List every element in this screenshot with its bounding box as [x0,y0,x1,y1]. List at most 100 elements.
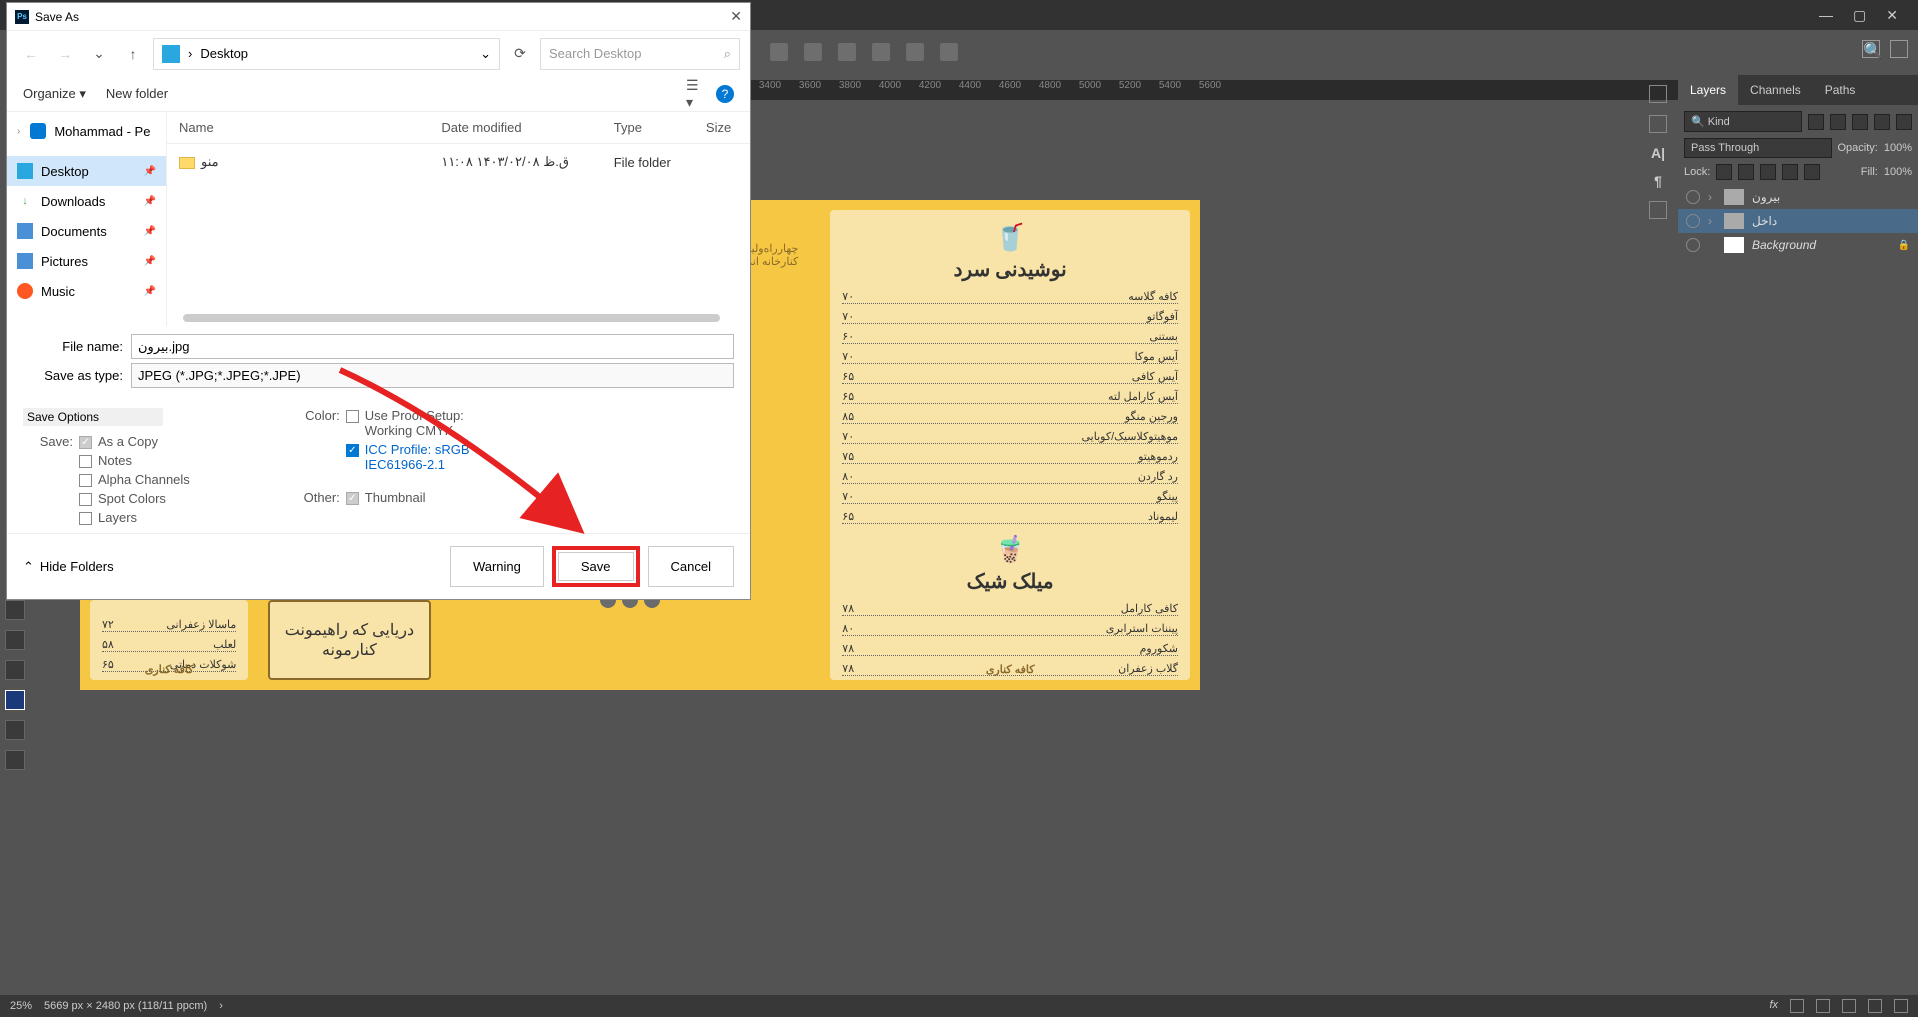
lock-icon[interactable] [1760,164,1776,180]
tool-icon[interactable] [5,600,25,620]
filter-icon[interactable] [1852,114,1868,130]
minimize-icon[interactable]: — [1819,7,1833,23]
zoom-level[interactable]: 25% [10,1000,32,1012]
option-icon[interactable] [770,43,788,61]
checkbox-notes[interactable] [79,455,92,468]
lock-icon[interactable] [1716,164,1732,180]
history-icon[interactable] [1649,85,1667,103]
refresh-button[interactable]: ⟳ [506,40,534,68]
cancel-button[interactable]: Cancel [648,546,734,587]
blend-dropdown[interactable]: Pass Through [1684,138,1832,158]
visibility-icon[interactable] [1686,214,1700,228]
sidebar-item-onedrive[interactable]: › Mohammad - Pe [7,116,166,146]
layer-row[interactable]: › داخل [1678,209,1918,233]
status-icon[interactable] [1790,999,1804,1013]
kind-dropdown[interactable]: 🔍 Kind [1684,111,1802,132]
view-icon[interactable]: ☰ ▾ [686,86,702,102]
option-icon[interactable] [804,43,822,61]
layers-list: › بیرون › داخل Background 🔒 [1678,185,1918,257]
checkbox-icc[interactable]: ✓ [346,444,359,457]
col-name[interactable]: Name [167,112,429,144]
filter-icon[interactable] [1830,114,1846,130]
checkbox-spot[interactable] [79,493,92,506]
chevron-icon[interactable]: › [1708,214,1716,228]
status-icon[interactable] [1842,999,1856,1013]
col-type[interactable]: Type [602,112,694,144]
lock-icon[interactable] [1804,164,1820,180]
forward-button[interactable]: → [51,40,79,68]
address-bar[interactable]: › Desktop ⌄ [153,38,500,70]
col-date[interactable]: Date modified [429,112,601,144]
checkbox-layers[interactable] [79,512,92,525]
checkbox-thumb[interactable]: ✓ [346,492,359,505]
organize-button[interactable]: Organize ▾ [23,86,86,102]
sidebar-item-documents[interactable]: Documents📌 [7,216,166,246]
up-button[interactable]: ↑ [119,40,147,68]
close-icon[interactable]: ✕ [730,8,742,25]
recent-button[interactable]: ⌄ [85,40,113,68]
tool-icon[interactable] [5,720,25,740]
savetype-label: Save as type: [23,368,123,383]
savetype-dropdown[interactable]: JPEG (*.JPG;*.JPEG;*.JPE) [131,363,734,388]
layer-row[interactable]: › بیرون [1678,185,1918,209]
fx-icon[interactable]: fx [1769,999,1778,1013]
fill-value[interactable]: 100% [1884,166,1912,178]
chevron-icon[interactable]: › [1708,190,1716,204]
option-icon[interactable] [940,43,958,61]
option-icon[interactable] [838,43,856,61]
sidebar-item-pictures[interactable]: Pictures📌 [7,246,166,276]
filename-label: File name: [23,339,123,354]
warning-button[interactable]: Warning [450,546,544,587]
search-icon[interactable]: 🔍 [1862,40,1880,58]
option-icon[interactable] [872,43,890,61]
foreground-color[interactable] [5,690,25,710]
lock-icon[interactable] [1782,164,1798,180]
checkbox-alpha[interactable] [79,474,92,487]
comment-icon[interactable] [1649,115,1667,133]
hide-folders-button[interactable]: ⌃ Hide Folders [23,559,114,575]
tab-layers[interactable]: Layers [1678,75,1738,105]
filter-icon[interactable] [1808,114,1824,130]
status-icon[interactable] [1816,999,1830,1013]
scrollbar[interactable] [183,314,720,322]
opacity-value[interactable]: 100% [1884,142,1912,154]
shake-icon: 🧋 [842,534,1178,565]
back-button[interactable]: ← [17,40,45,68]
tab-paths[interactable]: Paths [1813,75,1868,105]
tab-channels[interactable]: Channels [1738,75,1813,105]
checkbox-ascopy[interactable]: ✓ [79,436,92,449]
file-list: Name Date modified Type Size منو ۱۱:۰۸ ق… [167,112,750,326]
filter-icon[interactable] [1874,114,1890,130]
visibility-icon[interactable] [1686,190,1700,204]
maximize-icon[interactable]: ▢ [1853,7,1866,24]
option-icon[interactable] [906,43,924,61]
help-icon[interactable]: ? [716,85,734,103]
brand-logo: کافه کناری [90,663,248,676]
path-segment[interactable]: Desktop [200,46,248,61]
sidebar-item-desktop[interactable]: Desktop📌 [7,156,166,186]
tool-icon[interactable] [5,750,25,770]
sidebar-item-downloads[interactable]: ↓ Downloads📌 [7,186,166,216]
filename-input[interactable] [131,334,734,359]
checkbox-proof[interactable] [346,410,359,423]
layer-row[interactable]: Background 🔒 [1678,233,1918,257]
file-row[interactable]: منو ۱۱:۰۸ ق.ظ ۱۴۰۳/۰۲/۰۸ File folder [167,144,750,181]
char-icon[interactable]: A| [1651,145,1665,161]
workspace-icon[interactable] [1890,40,1908,58]
filter-icon[interactable] [1896,114,1912,130]
tool-icon[interactable] [5,630,25,650]
tool-icon[interactable] [5,660,25,680]
lock-icon[interactable] [1738,164,1754,180]
new-folder-button[interactable]: New folder [106,86,168,101]
visibility-icon[interactable] [1686,238,1700,252]
close-icon[interactable]: ✕ [1886,7,1898,24]
col-size[interactable]: Size [694,112,750,144]
sidebar-item-music[interactable]: Music📌 [7,276,166,306]
para-icon[interactable]: ¶ [1654,173,1662,189]
save-button[interactable]: Save [558,552,634,581]
trash-icon[interactable] [1894,999,1908,1013]
search-input[interactable]: Search Desktop ⌕ [540,38,740,70]
pin-icon: 📌 [144,226,156,237]
status-icon[interactable] [1868,999,1882,1013]
lib-icon[interactable] [1649,201,1667,219]
